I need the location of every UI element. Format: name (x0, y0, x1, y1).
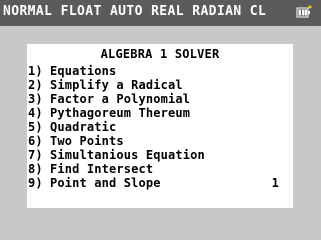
menu-item-number: 4) (28, 106, 43, 120)
menu-item-label: Simplify a Radical (50, 78, 183, 92)
menu-item-label: Quadratic (50, 120, 117, 134)
menu-item-pythagoreum-thereum[interactable]: 4) Pythagoreum Thereum (28, 106, 290, 120)
menu-item-label: Equations (50, 64, 117, 78)
menu-item-equations[interactable]: 1) Equations (28, 64, 290, 78)
menu-panel: ALGEBRA 1 SOLVER 1) Equations 2) Simplify … (27, 44, 293, 208)
menu-title: ALGEBRA 1 SOLVER (100, 47, 220, 61)
menu-item-label: Simultanious Equation (50, 148, 205, 162)
menu-item-find-intersect[interactable]: 8) Find Intersect (28, 162, 290, 176)
menu-item-number: 9) (28, 176, 43, 190)
menu-item-point-and-slope[interactable]: 9) Point and Slope 1 (28, 176, 290, 190)
mode-status-text: NORMAL FLOAT AUTO REAL RADIAN CL (3, 4, 267, 19)
menu-item-label: Pythagoreum Thereum (50, 106, 191, 120)
menu-item-number: 5) (28, 120, 43, 134)
menu-item-number: 8) (28, 162, 43, 176)
menu-item-factor-polynomial[interactable]: 3) Factor a Polynomial (28, 92, 290, 106)
page-indicator: 1 (271, 176, 279, 190)
menu-list: 1) Equations 2) Simplify a Radical 3) Facto… (28, 64, 290, 190)
battery-icon (296, 5, 312, 19)
menu-item-number: 2) (28, 78, 43, 92)
menu-item-quadratic[interactable]: 5) Quadratic (28, 120, 290, 134)
menu-item-number: 6) (28, 134, 43, 148)
menu-item-simultanious-equation[interactable]: 7) Simultanious Equation (28, 148, 290, 162)
menu-item-two-points[interactable]: 6) Two Points (28, 134, 290, 148)
menu-item-label: Factor a Polynomial (50, 92, 191, 106)
menu-item-label: Point and Slope (50, 176, 161, 190)
menu-item-number: 3) (28, 92, 43, 106)
menu-item-number: 7) (28, 148, 43, 162)
status-bar: NORMAL FLOAT AUTO REAL RADIAN CL (0, 0, 321, 26)
menu-item-label: Two Points (50, 134, 124, 148)
menu-item-number: 1) (28, 64, 43, 78)
menu-item-label: Find Intersect (50, 162, 154, 176)
menu-item-simplify-radical[interactable]: 2) Simplify a Radical (28, 78, 290, 92)
